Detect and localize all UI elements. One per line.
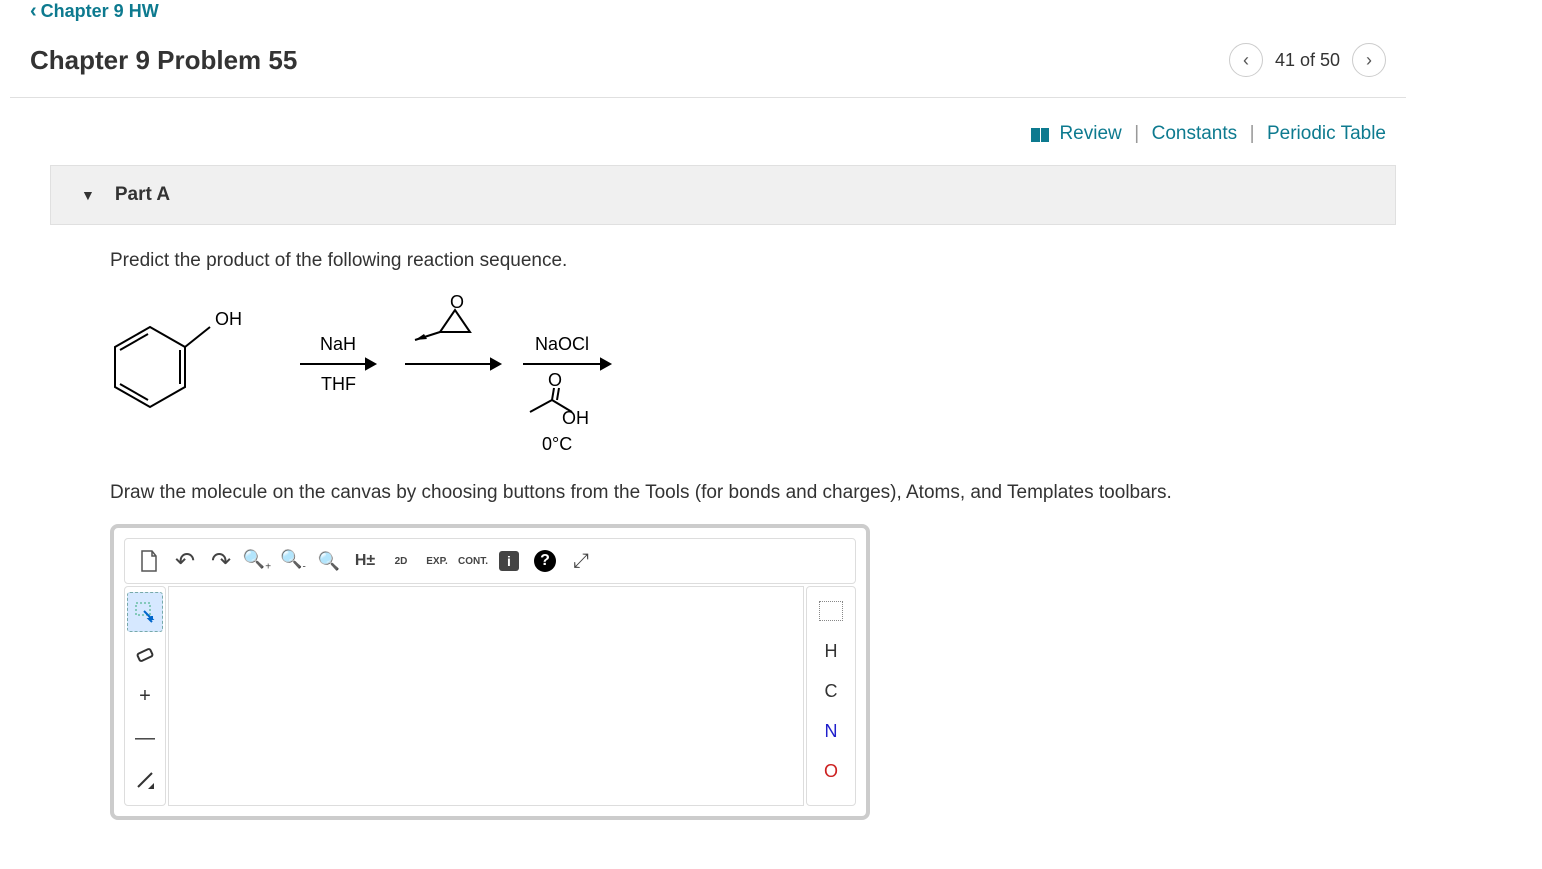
atom-o-button[interactable]: O (811, 751, 851, 791)
part-header[interactable]: ▼ Part A (50, 165, 1396, 225)
phenol-oh-label: OH (215, 309, 242, 329)
zoom-in-icon: 🔍+ (243, 549, 271, 573)
book-icon (1031, 128, 1049, 142)
chevron-left-icon: ‹ (1243, 50, 1249, 71)
contract-button[interactable]: CONT. (457, 545, 489, 577)
marquee-select-tool[interactable] (127, 592, 163, 632)
atom-n-button[interactable]: N (811, 711, 851, 751)
expand-label: EXP. (426, 556, 448, 567)
prev-button[interactable]: ‹ (1229, 43, 1263, 77)
constants-link[interactable]: Constants (1152, 123, 1238, 144)
molecule-editor: ↶ ↷ 🔍+ 🔍- 🔍 H± 2D (110, 524, 870, 820)
atom-c-button[interactable]: C (811, 671, 851, 711)
breadcrumb-link[interactable]: Chapter 9 HW (10, 0, 1406, 33)
acid-oh-label: OH (562, 408, 589, 428)
periodic-icon (819, 601, 843, 621)
reagent1-top: NaH (320, 334, 356, 354)
zoom-in-button[interactable]: 🔍+ (241, 545, 273, 577)
view-2d-label: 2D (395, 556, 408, 567)
problem-header: Chapter 9 Problem 55 ‹ 41 of 50 › (10, 33, 1406, 98)
atom-h-button[interactable]: H (811, 631, 851, 671)
fullscreen-icon: ⤢ (573, 550, 589, 573)
charge-minus-tool[interactable]: — (127, 718, 163, 758)
zoom-out-icon: 🔍- (280, 549, 306, 573)
content-scroll[interactable]: Review | Constants | Periodic Table ▼ Pa… (10, 98, 1406, 830)
zoom-fit-button[interactable]: 🔍 (313, 545, 345, 577)
reagent3-bottom: 0°C (542, 434, 572, 452)
part-title: Part A (115, 184, 170, 206)
help-button[interactable]: ? (529, 545, 561, 577)
new-document-button[interactable] (133, 545, 165, 577)
chevron-right-icon: › (1366, 50, 1372, 71)
document-icon (139, 550, 159, 572)
part-content: Predict the product of the following rea… (50, 225, 1406, 830)
hydrogen-toggle-button[interactable]: H± (349, 545, 381, 577)
separator: | (1134, 123, 1139, 144)
undo-button[interactable]: ↶ (169, 545, 201, 577)
reaction-diagram: OH NaH THF O (110, 292, 1346, 457)
help-icon: ? (534, 550, 556, 572)
periodic-picker-button[interactable] (811, 591, 851, 631)
info-button[interactable]: i (493, 545, 525, 577)
redo-button[interactable]: ↷ (205, 545, 237, 577)
zoom-out-button[interactable]: 🔍- (277, 545, 309, 577)
single-bond-icon (134, 769, 156, 791)
reagent1-bottom: THF (321, 374, 356, 394)
drawing-canvas[interactable] (168, 586, 804, 806)
editor-toolbar: ↶ ↷ 🔍+ 🔍- 🔍 H± 2D (124, 538, 856, 584)
zoom-fit-icon: 🔍 (318, 551, 340, 572)
next-button[interactable]: › (1352, 43, 1386, 77)
contract-label: CONT. (458, 556, 488, 567)
editor-body: + — H C N O (124, 586, 856, 806)
charge-plus-tool[interactable]: + (127, 676, 163, 716)
eraser-icon (134, 643, 156, 665)
top-links: Review | Constants | Periodic Table (50, 98, 1406, 165)
problem-title: Chapter 9 Problem 55 (30, 45, 297, 76)
expand-button[interactable]: EXP. (421, 545, 453, 577)
epoxide-o-label: O (450, 292, 464, 312)
left-tools-panel: + — (124, 586, 166, 806)
info-icon: i (499, 551, 519, 571)
marquee-icon (134, 601, 156, 623)
draw-instruction-text: Draw the molecule on the canvas by choos… (110, 482, 1346, 504)
review-link[interactable]: Review (1059, 123, 1121, 144)
reagent3-top: NaOCl (535, 334, 589, 354)
separator: | (1250, 123, 1255, 144)
single-bond-tool[interactable] (127, 760, 163, 800)
instruction-text: Predict the product of the following rea… (110, 250, 1346, 272)
periodic-table-link[interactable]: Periodic Table (1267, 123, 1386, 144)
caret-down-icon: ▼ (81, 187, 95, 203)
atoms-panel: H C N O (806, 586, 856, 806)
fullscreen-button[interactable]: ⤢ (565, 545, 597, 577)
nav-controls: ‹ 41 of 50 › (1229, 43, 1386, 77)
eraser-tool[interactable] (127, 634, 163, 674)
nav-counter: 41 of 50 (1275, 50, 1340, 71)
undo-icon: ↶ (175, 547, 195, 576)
view-2d-button[interactable]: 2D (385, 545, 417, 577)
redo-icon: ↷ (211, 547, 231, 576)
acid-o-label: O (548, 370, 562, 390)
